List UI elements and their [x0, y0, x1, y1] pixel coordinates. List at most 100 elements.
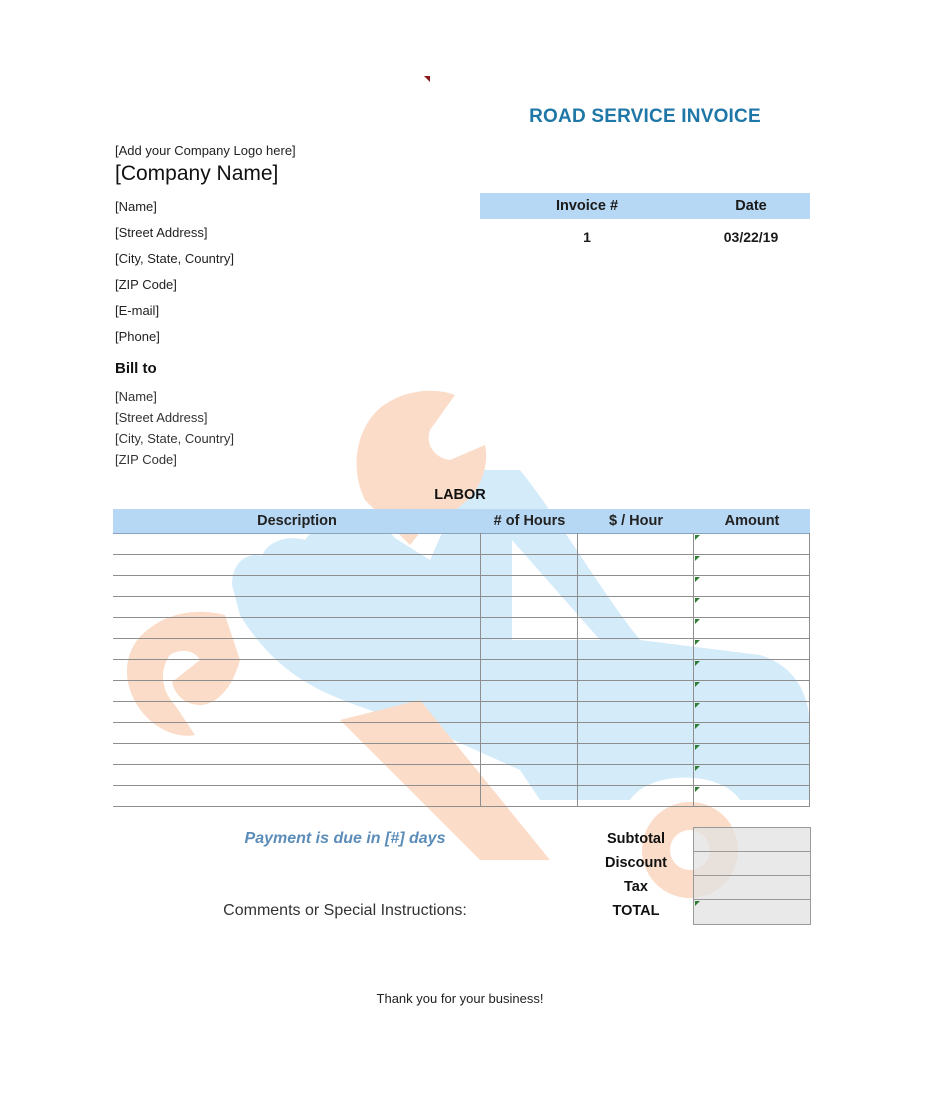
- description-cell[interactable]: [113, 765, 481, 785]
- description-cell[interactable]: [113, 702, 481, 722]
- amount-cell[interactable]: [694, 723, 810, 743]
- sender-street-address[interactable]: [Street Address]: [115, 225, 208, 240]
- amount-cell[interactable]: [694, 765, 810, 785]
- amount-cell[interactable]: [694, 660, 810, 680]
- total-value[interactable]: [694, 900, 810, 924]
- rate-cell[interactable]: [578, 786, 694, 806]
- labor-row: [113, 555, 810, 576]
- description-cell[interactable]: [113, 597, 481, 617]
- labor-row: [113, 639, 810, 660]
- description-cell[interactable]: [113, 639, 481, 659]
- labor-row: [113, 597, 810, 618]
- description-cell[interactable]: [113, 576, 481, 596]
- amount-cell[interactable]: [694, 681, 810, 701]
- hours-cell[interactable]: [481, 639, 578, 659]
- rate-cell[interactable]: [578, 555, 694, 575]
- amount-cell[interactable]: [694, 555, 810, 575]
- amount-cell[interactable]: [694, 639, 810, 659]
- amount-cell[interactable]: [694, 702, 810, 722]
- bill-to-name[interactable]: [Name]: [115, 389, 157, 404]
- description-cell[interactable]: [113, 660, 481, 680]
- formula-indicator-icon: [695, 640, 700, 645]
- amount-cell[interactable]: [694, 744, 810, 764]
- totals-box: [693, 827, 811, 925]
- rate-cell[interactable]: [578, 639, 694, 659]
- description-cell[interactable]: [113, 744, 481, 764]
- hours-cell[interactable]: [481, 576, 578, 596]
- hours-cell[interactable]: [481, 786, 578, 806]
- rate-cell[interactable]: [578, 576, 694, 596]
- bill-to-street-address[interactable]: [Street Address]: [115, 410, 208, 425]
- formula-indicator-icon: [695, 745, 700, 750]
- subtotal-value[interactable]: [694, 828, 810, 852]
- formula-indicator-icon: [695, 619, 700, 624]
- formula-indicator-icon: [695, 787, 700, 792]
- date-value[interactable]: 03/22/19: [690, 227, 812, 247]
- rate-cell[interactable]: [578, 618, 694, 638]
- description-cell[interactable]: [113, 786, 481, 806]
- hours-cell[interactable]: [481, 702, 578, 722]
- invoice-meta-header: Invoice # Date: [480, 193, 810, 219]
- labor-row: [113, 723, 810, 744]
- rate-cell[interactable]: [578, 597, 694, 617]
- sender-phone[interactable]: [Phone]: [115, 329, 160, 344]
- amount-cell[interactable]: [694, 576, 810, 596]
- table-right-border: [809, 533, 810, 806]
- rate-cell[interactable]: [578, 765, 694, 785]
- invoice-meta-values: 1 03/22/19: [480, 227, 810, 247]
- tax-value[interactable]: [694, 876, 810, 900]
- description-cell[interactable]: [113, 681, 481, 701]
- sender-email[interactable]: [E-mail]: [115, 303, 159, 318]
- hours-cell[interactable]: [481, 597, 578, 617]
- comment-indicator-icon: [424, 76, 430, 82]
- bill-to-heading: Bill to: [115, 360, 157, 377]
- amount-cell[interactable]: [694, 534, 810, 554]
- amount-cell[interactable]: [694, 786, 810, 806]
- rate-cell[interactable]: [578, 681, 694, 701]
- formula-indicator-icon: [695, 703, 700, 708]
- description-cell[interactable]: [113, 555, 481, 575]
- formula-indicator-icon: [695, 682, 700, 687]
- payment-due-note[interactable]: Payment is due in [#] days: [180, 830, 510, 848]
- discount-label: Discount: [604, 855, 668, 871]
- hours-cell[interactable]: [481, 723, 578, 743]
- date-header: Date: [735, 198, 767, 214]
- formula-indicator-icon: [695, 901, 700, 906]
- thank-you-note: Thank you for your business!: [376, 991, 544, 1006]
- sender-zip-code[interactable]: [ZIP Code]: [115, 277, 177, 292]
- bill-to-city-state-country[interactable]: [City, State, Country]: [115, 431, 234, 446]
- labor-row: [113, 618, 810, 639]
- hours-cell[interactable]: [481, 555, 578, 575]
- amount-cell[interactable]: [694, 618, 810, 638]
- rate-cell[interactable]: [578, 744, 694, 764]
- rate-cell[interactable]: [578, 723, 694, 743]
- invoice-title: ROAD SERVICE INVOICE: [529, 106, 761, 127]
- labor-row: [113, 765, 810, 786]
- labor-row: [113, 534, 810, 555]
- sender-city-state-country[interactable]: [City, State, Country]: [115, 251, 234, 266]
- description-cell[interactable]: [113, 723, 481, 743]
- bill-to-zip-code[interactable]: [ZIP Code]: [115, 452, 177, 467]
- description-cell[interactable]: [113, 618, 481, 638]
- labor-row: [113, 786, 810, 807]
- labor-row: [113, 576, 810, 597]
- invoice-number-value[interactable]: 1: [517, 227, 657, 247]
- formula-indicator-icon: [695, 577, 700, 582]
- hours-cell[interactable]: [481, 765, 578, 785]
- hours-cell[interactable]: [481, 534, 578, 554]
- hours-cell[interactable]: [481, 744, 578, 764]
- rate-cell[interactable]: [578, 702, 694, 722]
- discount-value[interactable]: [694, 852, 810, 876]
- sender-name[interactable]: [Name]: [115, 199, 157, 214]
- amount-cell[interactable]: [694, 597, 810, 617]
- hours-cell[interactable]: [481, 618, 578, 638]
- hours-cell[interactable]: [481, 681, 578, 701]
- description-cell[interactable]: [113, 534, 481, 554]
- company-name[interactable]: [Company Name]: [115, 162, 278, 186]
- formula-indicator-icon: [695, 724, 700, 729]
- rate-cell[interactable]: [578, 534, 694, 554]
- logo-placeholder[interactable]: [Add your Company Logo here]: [115, 143, 296, 158]
- rate-cell[interactable]: [578, 660, 694, 680]
- column-divider: [480, 533, 481, 806]
- hours-cell[interactable]: [481, 660, 578, 680]
